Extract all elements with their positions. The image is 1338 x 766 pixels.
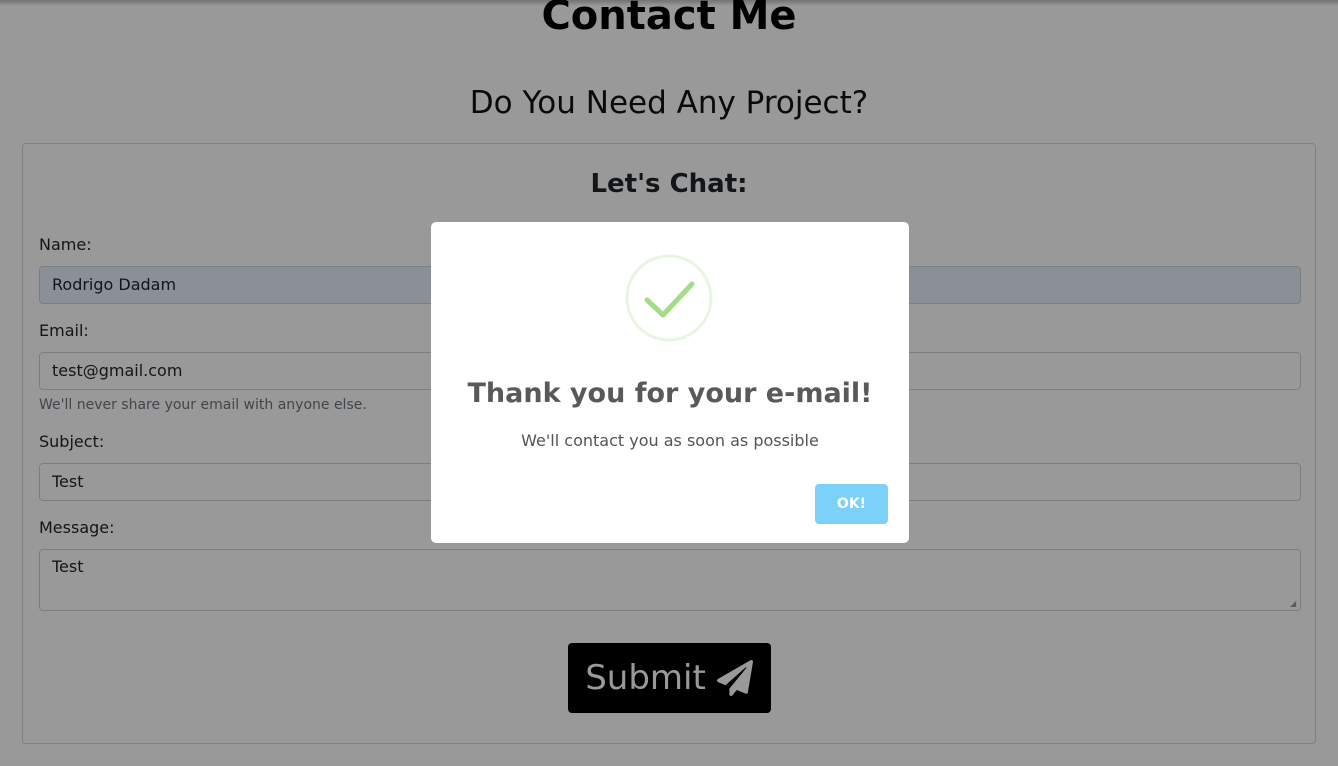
contact-page: Contact Me Do You Need Any Project? Let'…	[0, 0, 1338, 766]
top-shadow	[0, 0, 1338, 6]
success-check-icon	[625, 254, 713, 342]
modal-text: We'll contact you as soon as possible	[521, 431, 819, 450]
modal-title: Thank you for your e-mail!	[467, 378, 873, 409]
success-modal: Thank you for your e-mail! We'll contact…	[431, 222, 909, 543]
ok-button[interactable]: OK!	[815, 484, 888, 524]
